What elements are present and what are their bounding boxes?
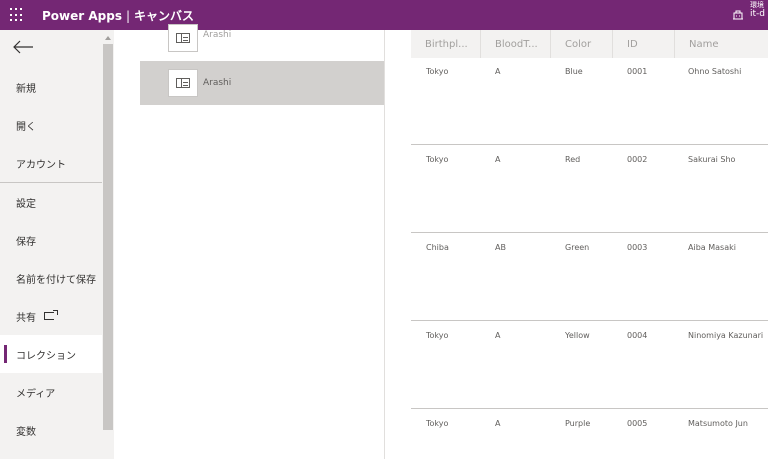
page-name: キャンバス [134,9,195,23]
cell-birthplace: Tokyo [426,155,449,164]
column-header-id[interactable]: ID [612,30,674,58]
table-row: Tokyo A Purple 0005 Matsumoto Jun [411,410,768,459]
cell-color: Red [565,155,581,164]
cell-id: 0003 [627,243,648,252]
cell-name: Aiba Masaki [688,243,736,252]
cell-id: 0005 [627,419,648,428]
app-title: Power Apps | キャンバス [42,7,194,24]
scroll-up-arrow-icon[interactable] [105,36,111,40]
nav-item-label: 保存 [16,236,36,248]
row-divider [411,144,768,145]
nav-item-save-as[interactable]: 名前を付けて保存 [0,259,102,297]
collection-table-icon [168,24,198,52]
nav-item-collections[interactable]: コレクション [0,335,102,373]
table-row: Tokyo A Blue 0001 Ohno Satoshi [411,58,768,146]
cell-name: Ninomiya Kazunari [688,331,764,340]
nav-item-share[interactable]: 共有 [0,297,102,335]
cell-bloodtype: A [495,419,501,428]
nav-scrollbar-thumb[interactable] [103,44,113,430]
collection-name: Arashi [203,78,232,88]
title-separator: | [125,9,131,23]
environment-name: it-d [750,9,765,19]
cell-color: Blue [565,67,583,76]
product-name: Power Apps [42,9,122,23]
cell-birthplace: Tokyo [426,67,449,76]
nav-item-label: メディア [16,388,56,400]
row-divider [411,320,768,321]
table-row: Tokyo A Red 0002 Sakurai Sho [411,146,768,234]
nav-item-open[interactable]: 開く [0,106,102,144]
external-link-icon [44,310,58,320]
app-header: Power Apps | キャンバス 環境 it-d [0,0,768,30]
cell-color: Green [565,243,590,252]
cell-birthplace: Tokyo [426,331,449,340]
cell-name: Sakurai Sho [688,155,736,164]
nav-item-label: コレクション [16,350,76,362]
nav-item-media[interactable]: メディア [0,373,102,411]
cell-birthplace: Tokyo [426,419,449,428]
collection-name: Arashi [203,30,232,40]
cell-color: Purple [565,419,591,428]
table-header: Birthpl... BloodT... Color ID Name [411,30,768,58]
table-row: Chiba AB Green 0003 Aiba Masaki [411,234,768,322]
row-divider [411,232,768,233]
table-row: Tokyo A Yellow 0004 Ninomiya Kazunari [411,322,768,410]
nav-item-save[interactable]: 保存 [0,221,102,259]
cell-id: 0004 [627,331,648,340]
cell-id: 0002 [627,155,648,164]
panel-divider [384,30,385,459]
cell-bloodtype: A [495,67,501,76]
environment-picker[interactable]: 環境 it-d [750,1,765,19]
app-launcher-icon[interactable] [10,8,24,22]
nav-item-label: アカウント [16,159,66,171]
nav-item-variables[interactable]: 変数 [0,411,102,449]
row-divider [411,408,768,409]
backstage-nav: 新規 開く アカウント 設定 保存 名前を付けて保存 共有 コレクション メディ… [0,30,102,459]
collection-item[interactable]: Arashi [140,24,384,60]
column-header-birthplace[interactable]: Birthpl... [411,30,480,58]
nav-item-settings[interactable]: 設定 [0,183,102,221]
collection-table-icon [168,69,198,97]
cell-name: Ohno Satoshi [688,67,742,76]
cell-id: 0001 [627,67,648,76]
nav-item-label: 新規 [16,83,36,95]
nav-item-label: 変数 [16,426,36,438]
nav-item-new[interactable]: 新規 [0,68,102,106]
cell-birthplace: Chiba [426,243,449,252]
cell-bloodtype: AB [495,243,506,252]
column-header-bloodtype[interactable]: BloodT... [480,30,550,58]
cell-color: Yellow [565,331,590,340]
nav-item-label: 開く [16,121,36,133]
nav-item-label: 共有 [16,312,36,324]
column-header-name[interactable]: Name [674,30,768,58]
back-arrow-icon[interactable] [12,40,34,54]
cell-bloodtype: A [495,331,501,340]
column-header-color[interactable]: Color [550,30,612,58]
nav-item-label: 名前を付けて保存 [16,274,96,286]
environment-icon[interactable] [731,7,745,21]
cell-name: Matsumoto Jun [688,419,748,428]
cell-bloodtype: A [495,155,501,164]
nav-item-label: 設定 [16,198,36,210]
collection-item-selected[interactable]: Arashi [140,61,384,105]
nav-item-account[interactable]: アカウント [0,144,102,182]
